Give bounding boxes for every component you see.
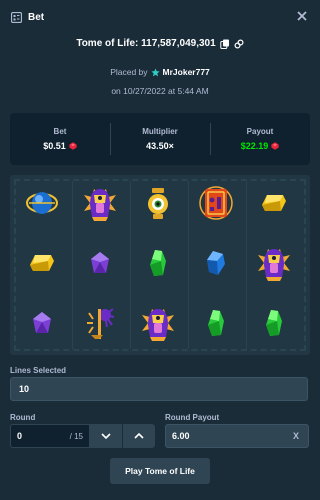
- yellow-gem-icon: [22, 243, 62, 283]
- pharaoh-icon: [80, 183, 120, 223]
- purple-gem-icon: [22, 303, 62, 343]
- chevron-up-icon: [134, 433, 144, 439]
- round-input[interactable]: 0 / 15: [10, 424, 90, 448]
- tome-book-icon: [196, 183, 236, 223]
- reel-divider: [188, 181, 189, 349]
- lines-selected-field[interactable]: 10: [10, 377, 308, 401]
- game-title: Tome of Life: 117,587,049,301: [76, 38, 216, 49]
- multiplier-value: 43.50×: [146, 141, 174, 151]
- ruby-coin-icon: [271, 142, 279, 150]
- stat-payout: Payout $22.19: [210, 113, 310, 165]
- receipt-icon: [11, 11, 22, 23]
- bet-date: on 10/27/2022 at 5:44 AM: [111, 86, 209, 96]
- link-icon[interactable]: [234, 38, 244, 49]
- slot-reels: [10, 175, 310, 355]
- green-gem-icon: [254, 303, 294, 343]
- yellow-gem-icon: [254, 183, 294, 223]
- play-game-button[interactable]: Play Tome of Life: [110, 458, 210, 484]
- green-gem-icon: [196, 303, 236, 343]
- lines-label: Lines Selected: [10, 366, 67, 375]
- purple-gem-icon: [80, 243, 120, 283]
- eye-amulet-icon: [138, 183, 178, 223]
- round-label: Round: [10, 413, 36, 422]
- bet-amount: $0.51: [43, 141, 66, 151]
- round-payout-label: Round Payout: [165, 413, 220, 422]
- round-value: 0: [17, 431, 23, 441]
- blue-gem-icon: [196, 243, 236, 283]
- round-max: / 15: [69, 432, 83, 441]
- round-down-button[interactable]: [90, 424, 122, 448]
- pharaoh-icon: [138, 303, 178, 343]
- multiplier-suffix: X: [292, 431, 299, 441]
- green-gem-icon: [138, 243, 178, 283]
- username-link[interactable]: MrJoker777: [163, 67, 210, 77]
- pharaoh-icon: [254, 243, 294, 283]
- modal-header: Bet: [0, 0, 320, 34]
- placed-by-row: Placed by MrJoker777: [0, 67, 320, 77]
- round-up-button[interactable]: [123, 424, 155, 448]
- stat-value: $0.51: [43, 141, 77, 151]
- placed-by-label: Placed by: [110, 67, 148, 77]
- chevron-down-icon: [101, 433, 111, 439]
- reel-divider: [130, 181, 131, 349]
- reel-divider: [72, 181, 73, 349]
- stat-bet: Bet $0.51: [10, 113, 110, 165]
- round-payout-field[interactable]: 6.00 X: [165, 424, 309, 448]
- stat-label: Bet: [53, 127, 67, 136]
- star-badge-icon: [150, 67, 160, 77]
- blue-scarab-icon: [22, 183, 62, 223]
- close-icon[interactable]: [296, 10, 308, 22]
- stat-label: Payout: [246, 127, 274, 136]
- copy-icon[interactable]: [219, 39, 230, 49]
- payout-amount: $22.19: [240, 141, 269, 151]
- spider-scepter-icon: [80, 303, 120, 343]
- modal-title: Bet: [28, 11, 45, 23]
- stat-value: $22.19: [241, 141, 280, 151]
- reel-divider: [246, 181, 247, 349]
- bet-stats-panel: Bet $0.51 Multiplier 43.50× Payout $22.1…: [10, 113, 310, 165]
- round-payout-value: 6.00: [172, 431, 190, 441]
- game-title-row: Tome of Life: 117,587,049,301: [0, 38, 320, 49]
- ruby-coin-icon: [69, 142, 77, 150]
- stat-multiplier: Multiplier 43.50×: [110, 113, 210, 165]
- stat-label: Multiplier: [142, 127, 178, 136]
